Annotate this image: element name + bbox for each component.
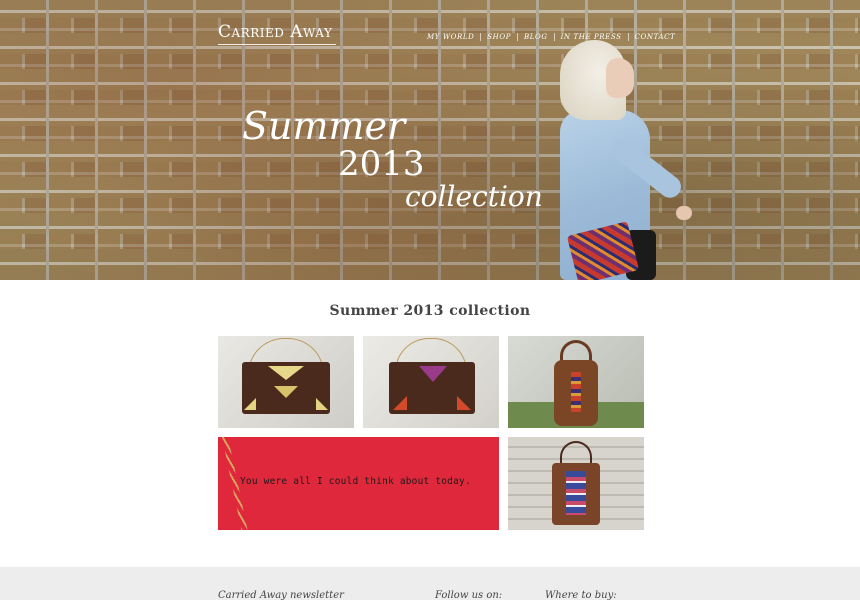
gold-triangle-icon — [274, 386, 298, 398]
nav-item-shop[interactable]: Shop — [480, 33, 517, 41]
gallery-tile-clutch-gold[interactable] — [218, 336, 354, 428]
footer-where-label: Where to buy: — [545, 590, 617, 600]
gold-triangle-icon — [268, 366, 304, 380]
hero-banner — [0, 0, 860, 280]
kilim-stripe — [571, 372, 581, 412]
nav-item-contact[interactable]: Contact — [627, 33, 682, 41]
footer-follow-label: Follow us on: — [435, 590, 503, 600]
nav-item-in-the-press[interactable]: In the press — [553, 33, 628, 41]
nav-item-my-world[interactable]: My world — [427, 33, 480, 41]
hero-headline-year: 2013 — [338, 144, 425, 184]
quote-text: You were all I could think about today. — [240, 476, 471, 487]
kilim-triangle-icon — [457, 396, 471, 410]
hero-headline-collection: collection — [405, 180, 543, 213]
gallery-tile-clutch-kilim[interactable] — [363, 336, 499, 428]
kilim-triangle-icon — [419, 366, 447, 382]
gallery-tile-bucket-bag[interactable] — [508, 336, 644, 428]
wall-tint — [0, 0, 860, 280]
main-nav: My world Shop Blog In the press Contact — [427, 33, 681, 41]
model-face — [606, 58, 634, 98]
section-title: Summer 2013 collection — [329, 303, 531, 319]
model-figure — [548, 40, 708, 280]
gold-triangle-icon — [244, 398, 256, 410]
gallery-tile-tote-bag[interactable] — [508, 437, 644, 530]
model-hand — [676, 206, 692, 220]
nav-item-blog[interactable]: Blog — [517, 33, 554, 41]
footer — [0, 567, 860, 600]
brand-logo[interactable]: Carried Away — [218, 22, 332, 42]
logo-underline — [218, 44, 336, 45]
kilim-triangle-icon — [393, 396, 407, 410]
gold-triangle-icon — [316, 398, 328, 410]
footer-newsletter-label: Carried Away newsletter — [218, 590, 344, 600]
kilim-panel — [566, 471, 586, 515]
hero-headline-summer: Summer — [242, 104, 406, 148]
